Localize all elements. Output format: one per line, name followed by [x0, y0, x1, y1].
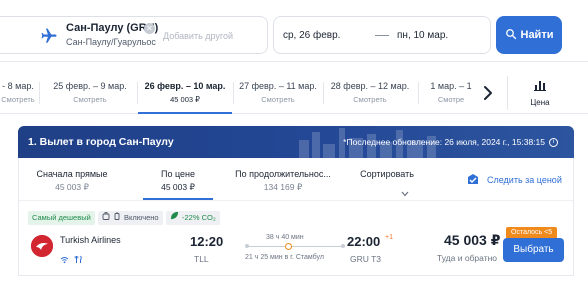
date-option-price: Смотреть: [73, 95, 107, 104]
route-line: [247, 246, 343, 247]
baggage-icon: [113, 211, 121, 225]
divider: [418, 82, 419, 104]
date-option-price: Смотреть: [261, 95, 295, 104]
sort-title: По цене: [160, 169, 195, 179]
departure-airport: TLL: [194, 254, 209, 264]
dates-field[interactable]: ср, 26 февр. пн, 10 мар.: [273, 16, 491, 54]
sort-title: Сначала прямые: [36, 169, 108, 179]
included-badge: Включено: [98, 211, 163, 225]
date-option-price: Смотреть: [353, 95, 387, 104]
airline-logo: [31, 235, 53, 257]
date-option[interactable]: 28 февр. – 12 мар. Смотреть: [326, 72, 414, 114]
sort-title: По продолжительнос...: [235, 169, 331, 179]
sort-value: 134 169 ₽: [263, 182, 303, 192]
flight-duration: 38 ч 40 мин: [266, 234, 304, 241]
baggage-icon: [102, 211, 110, 225]
results-header: 1. Вылет в город Сан-Паулу *Последнее об…: [18, 126, 574, 158]
date-option[interactable]: 25 февр. – 9 мар. Смотреть: [44, 72, 136, 114]
route-end-dot: [341, 244, 345, 248]
plane-icon: [40, 27, 58, 45]
sort-direct-first[interactable]: Сначала прямые 45 003 ₽: [25, 158, 119, 200]
sort-value: 45 003 ₽: [55, 182, 89, 192]
date-option-selected[interactable]: 26 февр. – 10 мар. 45 003 ₽: [138, 72, 232, 114]
depart-date[interactable]: ср, 26 февр.: [283, 30, 340, 41]
ticket-card[interactable]: Самый дешевый Включено -22% CO₂ Turkish …: [18, 200, 574, 276]
date-option-dates: 27 февр. – 11 мар.: [239, 81, 317, 91]
arrival-day-offset: +1: [385, 234, 393, 241]
sort-title: Сортировать: [360, 169, 414, 179]
last-update-text: *Последнее обновление: 26 июля, 2024 г.,…: [343, 137, 545, 147]
date-option[interactable]: 1 мар. – 1 Смотре: [426, 72, 476, 114]
track-price-label: Следить за ценой: [487, 175, 562, 185]
route-start-dot: [245, 244, 249, 248]
date-option-dates: 1 мар. – 1: [430, 81, 472, 91]
divider: [39, 82, 40, 104]
date-option[interactable]: 27 февр. – 11 мар. Смотреть: [234, 72, 322, 114]
price-chart-label: Цена: [530, 98, 550, 107]
results-title: 1. Вылет в город Сан-Паулу: [28, 136, 174, 148]
last-update: *Последнее обновление: 26 июля, 2024 г.,…: [343, 137, 558, 147]
arrival-airport: GRU T3: [350, 254, 382, 264]
date-option-price: 45 003 ₽: [170, 95, 200, 104]
included-label: Включено: [124, 213, 159, 222]
divider: [323, 82, 324, 104]
amenities: [60, 251, 83, 269]
cheapest-badge: Самый дешевый: [28, 211, 95, 225]
select-button[interactable]: Выбрать: [503, 238, 564, 262]
date-option[interactable]: - 8 мар. Смотреть: [0, 72, 38, 114]
search-bar: Сан-Паулу (GRU) ✕ Сан-Паулу/Гуарульос До…: [0, 0, 588, 62]
ticket-price: 45 003 ₽: [444, 232, 501, 248]
origin-field[interactable]: Сан-Паулу (GRU) ✕ Сан-Паулу/Гуарульос До…: [0, 16, 268, 54]
origin-airport: Сан-Паулу/Гуарульос: [66, 37, 156, 47]
leaf-icon: [170, 211, 179, 225]
co2-badge: -22% CO₂: [166, 211, 220, 225]
date-option-price: Смотреть: [1, 95, 35, 104]
price-chart-toggle[interactable]: Цена: [520, 78, 560, 107]
arrival-time: 22:00: [347, 234, 381, 249]
date-option-dates: - 8 мар.: [2, 81, 34, 91]
stopover-dot: [285, 243, 292, 250]
sort-by-price[interactable]: По цене 45 003 ₽: [143, 158, 213, 200]
co2-label: -22% CO₂: [182, 213, 216, 222]
date-option-dates: 26 февр. – 10 мар.: [144, 81, 226, 91]
chevron-right-icon[interactable]: [478, 83, 498, 103]
stopover-info: 21 ч 25 мин в г. Стамбул: [245, 254, 324, 261]
date-separator: [375, 35, 389, 36]
search-icon: [505, 28, 517, 43]
return-date[interactable]: пн, 10 мар.: [397, 30, 448, 41]
date-strip: - 8 мар. Смотреть 25 февр. – 9 мар. Смот…: [0, 72, 588, 114]
price-note: Туда и обратно: [437, 253, 498, 263]
clear-icon[interactable]: ✕: [144, 23, 155, 34]
date-option-dates: 25 февр. – 9 мар.: [53, 81, 127, 91]
add-another-origin[interactable]: Добавить другой: [163, 31, 233, 41]
track-price-button[interactable]: Следить за ценой: [466, 172, 562, 188]
sort-dropdown[interactable]: Сортировать: [349, 158, 425, 200]
wifi-icon: [60, 251, 69, 269]
date-option-price: Смотре: [437, 95, 465, 104]
divider: [507, 76, 508, 110]
bar-chart-icon: [534, 78, 546, 95]
meal-icon: [74, 251, 83, 269]
date-option-dates: 28 февр. – 12 мар.: [330, 81, 410, 91]
sort-by-duration[interactable]: По продолжительнос... 134 169 ₽: [231, 158, 335, 200]
airline-name: Turkish Airlines: [60, 235, 121, 245]
find-button[interactable]: Найти: [496, 16, 562, 54]
info-icon[interactable]: i: [549, 137, 558, 147]
price-alert-icon: [466, 172, 480, 188]
sort-value: 45 003 ₽: [161, 182, 195, 192]
sort-bar: Сначала прямые 45 003 ₽ По цене 45 003 ₽…: [18, 158, 574, 200]
chevron-down-icon: [401, 184, 409, 197]
find-label: Найти: [520, 29, 554, 41]
departure-time: 12:20: [190, 234, 224, 249]
